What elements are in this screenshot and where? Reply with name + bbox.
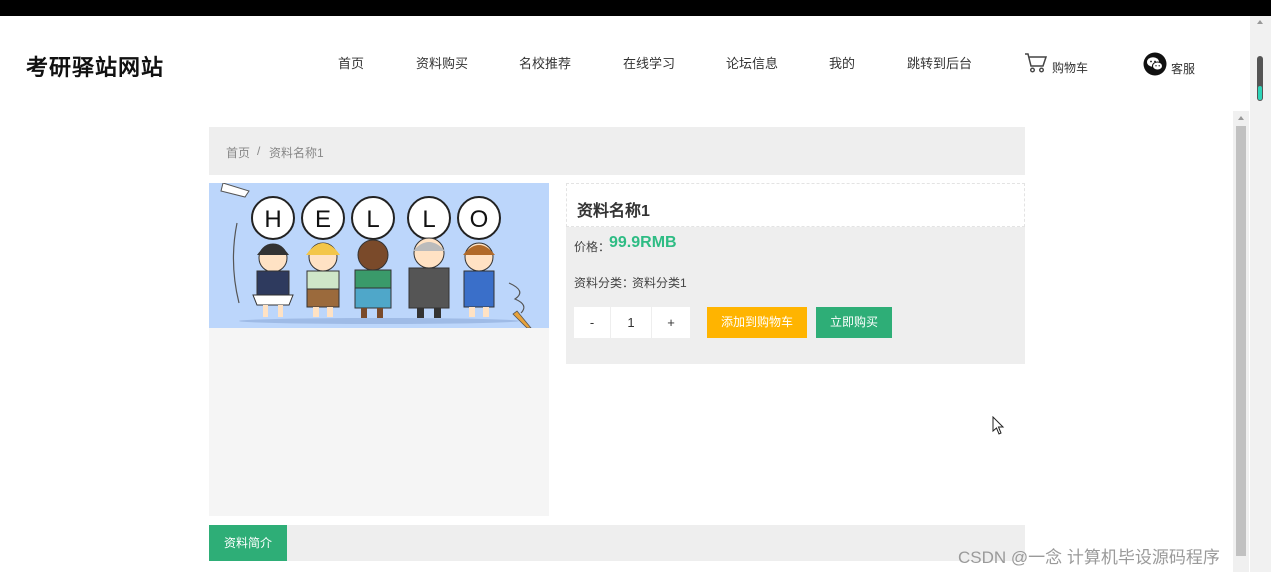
wechat-icon [1143, 52, 1167, 79]
product-info-panel: 资料名称1 价格： 99.9RMB 资料分类： 资料分类1 - 1 + 添加到购… [566, 183, 1025, 364]
hello-letter-o: O [470, 206, 489, 233]
cart-icon [1024, 52, 1048, 77]
nav-admin[interactable]: 跳转到后台 [907, 53, 972, 72]
hello-letter-l2: L [422, 206, 435, 233]
inner-scroll-up-icon[interactable] [1238, 116, 1244, 120]
tab-intro[interactable]: 资料简介 [209, 525, 287, 561]
site-header: 考研驿站网站 首页 资料购买 名校推荐 在线学习 论坛信息 我的 跳转到后台 购… [0, 16, 1250, 111]
product-image-column: H E L L O [209, 183, 549, 516]
product-image: H E L L O [209, 183, 549, 328]
price-label: 价格： [574, 240, 611, 254]
nav-online-study[interactable]: 在线学习 [623, 53, 675, 72]
breadcrumb: 首页 / 资料名称1 [209, 127, 1025, 175]
quantity-minus-button[interactable]: - [574, 307, 610, 338]
nav-cart[interactable]: 购物车 [1024, 52, 1088, 77]
service-label: 客服 [1171, 62, 1196, 76]
breadcrumb-separator: / [257, 144, 261, 158]
buy-now-button[interactable]: 立即购买 [816, 307, 892, 338]
nav-mine[interactable]: 我的 [829, 53, 855, 72]
nav-buy-materials[interactable]: 资料购买 [416, 53, 468, 72]
detail-tabs: 资料简介 [209, 525, 1025, 561]
cart-label: 购物车 [1052, 61, 1089, 75]
page-scroll-marker [1258, 86, 1262, 100]
breadcrumb-home[interactable]: 首页 [226, 144, 250, 161]
price-value: 99.9RMB [609, 234, 677, 251]
hello-letter-l1: L [366, 206, 379, 233]
inner-scroll-thumb[interactable] [1236, 126, 1246, 556]
site-logo[interactable]: 考研驿站网站 [26, 50, 164, 82]
watermark: CSDN @一念 计算机毕设源码程序 [958, 548, 1220, 567]
quantity-plus-button[interactable]: + [652, 307, 690, 338]
breadcrumb-current: 资料名称1 [269, 146, 324, 160]
category-label: 资料分类： [574, 276, 635, 290]
add-to-cart-button[interactable]: 添加到购物车 [707, 307, 807, 338]
hello-letter-h: H [264, 206, 281, 233]
quantity-input[interactable]: 1 [611, 307, 651, 338]
product-title-box: 资料名称1 [566, 183, 1025, 227]
inner-scrollbar[interactable] [1233, 111, 1249, 572]
mouse-pointer-icon [992, 415, 1006, 441]
hello-letter-e: E [315, 206, 331, 233]
page-scroll-up-icon[interactable] [1257, 20, 1263, 24]
nav-service[interactable]: 客服 [1143, 52, 1195, 79]
nav-forum[interactable]: 论坛信息 [726, 53, 778, 72]
product-name: 资料名称1 [577, 203, 650, 220]
page-scrollbar[interactable] [1250, 16, 1271, 572]
nav-school-recommend[interactable]: 名校推荐 [519, 53, 571, 72]
top-black-bar [0, 0, 1271, 16]
category-value: 资料分类1 [632, 276, 687, 290]
nav-home[interactable]: 首页 [338, 53, 364, 72]
